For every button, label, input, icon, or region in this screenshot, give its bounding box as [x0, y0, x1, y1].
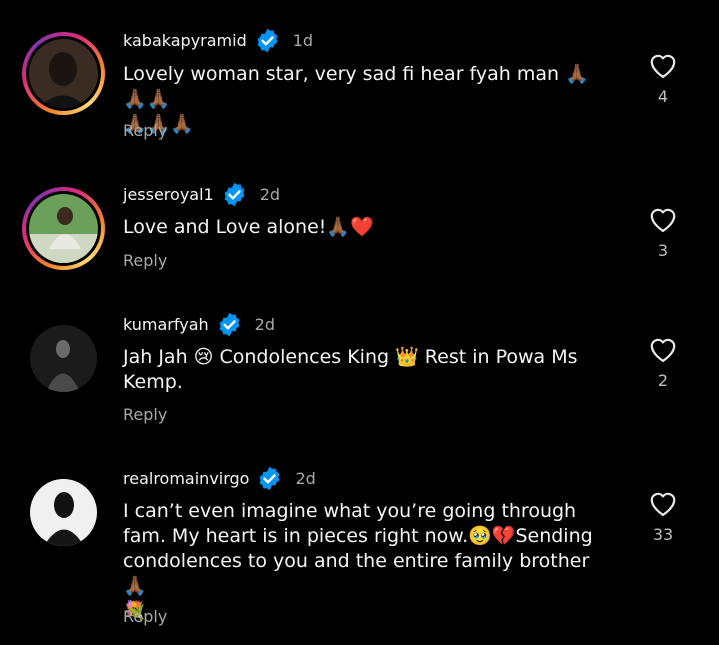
username[interactable]: realromainvirgo: [123, 469, 249, 488]
username[interactable]: kabakapyramid: [123, 31, 247, 50]
like-count: 33: [652, 525, 674, 544]
verified-badge-icon: [257, 28, 278, 53]
heart-outline-icon[interactable]: [648, 205, 678, 233]
like-count: 4: [657, 87, 669, 106]
like-count: 3: [657, 241, 669, 260]
verified-badge-icon: [219, 312, 240, 337]
comment-time: 1d: [292, 31, 314, 50]
username[interactable]: jesseroyal1: [123, 185, 214, 204]
comment-time: 2d: [259, 185, 281, 204]
reply-button[interactable]: Reply: [123, 121, 167, 140]
verified-badge-icon: [260, 466, 280, 491]
comment-text: Lovely woman star, very sad fi hear fyah…: [123, 63, 589, 135]
heart-outline-icon[interactable]: [648, 489, 678, 517]
heart-outline-icon[interactable]: [648, 51, 678, 79]
avatar[interactable]: [22, 187, 105, 270]
avatar[interactable]: [22, 32, 105, 115]
avatar[interactable]: [22, 471, 105, 554]
heart-outline-icon[interactable]: [648, 335, 678, 363]
like-count: 2: [657, 371, 669, 390]
reply-button[interactable]: Reply: [123, 607, 167, 626]
reply-button[interactable]: Reply: [123, 405, 167, 424]
comment-text: Love and Love alone!🙏🏾❤️: [123, 216, 374, 238]
comment-text: I can’t even imagine what you’re going t…: [123, 500, 593, 622]
username[interactable]: kumarfyah: [123, 315, 209, 334]
verified-badge-icon: [224, 182, 245, 207]
reply-button[interactable]: Reply: [123, 251, 167, 270]
comment-time: 2d: [295, 469, 316, 488]
comment-text: Jah Jah 😢 Condolences King 👑 Rest in Pow…: [123, 346, 578, 393]
comment-time: 2d: [254, 315, 275, 334]
avatar[interactable]: [22, 317, 105, 400]
